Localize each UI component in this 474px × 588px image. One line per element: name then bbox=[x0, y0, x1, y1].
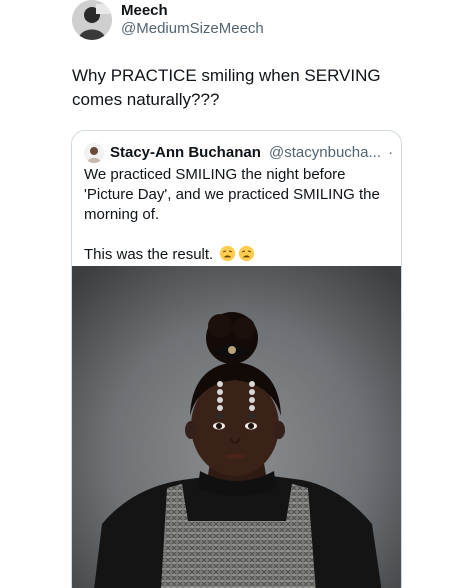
portrait-photo-icon bbox=[72, 266, 401, 588]
tweet-container: Meech @MediumSizeMeech Why PRACTICE smil… bbox=[0, 0, 474, 588]
quoted-text-paragraph-2: This was the result. bbox=[84, 245, 389, 265]
author-avatar[interactable] bbox=[72, 0, 112, 40]
weary-face-icon bbox=[239, 245, 255, 262]
quoted-author-handle[interactable]: @stacynbucha... bbox=[269, 144, 381, 161]
weary-face-icon bbox=[220, 245, 236, 262]
quoted-tweet-photo[interactable] bbox=[72, 266, 401, 588]
quoted-text-result: This was the result. bbox=[84, 246, 214, 263]
quoted-tweet-header: Stacy-Ann Buchanan @stacynbucha... · 2d bbox=[110, 143, 401, 163]
quoted-text-paragraph-1: We practiced SMILING the night before 'P… bbox=[84, 166, 380, 223]
author-handle[interactable]: @MediumSizeMeech bbox=[121, 20, 264, 38]
quoted-tweet-card[interactable]: Stacy-Ann Buchanan @stacynbucha... · 2d … bbox=[71, 130, 402, 588]
quoted-author-avatar[interactable] bbox=[84, 143, 104, 163]
quoted-tweet-text: We practiced SMILING the night before 'P… bbox=[84, 165, 389, 265]
quoted-author-name[interactable]: Stacy-Ann Buchanan bbox=[110, 144, 261, 161]
author-name[interactable]: Meech bbox=[121, 2, 168, 20]
header-separator: · bbox=[388, 144, 394, 161]
quoted-tweet-time[interactable]: 2d bbox=[400, 144, 401, 161]
tweet-text: Why PRACTICE smiling when SERVING comes … bbox=[72, 66, 381, 109]
